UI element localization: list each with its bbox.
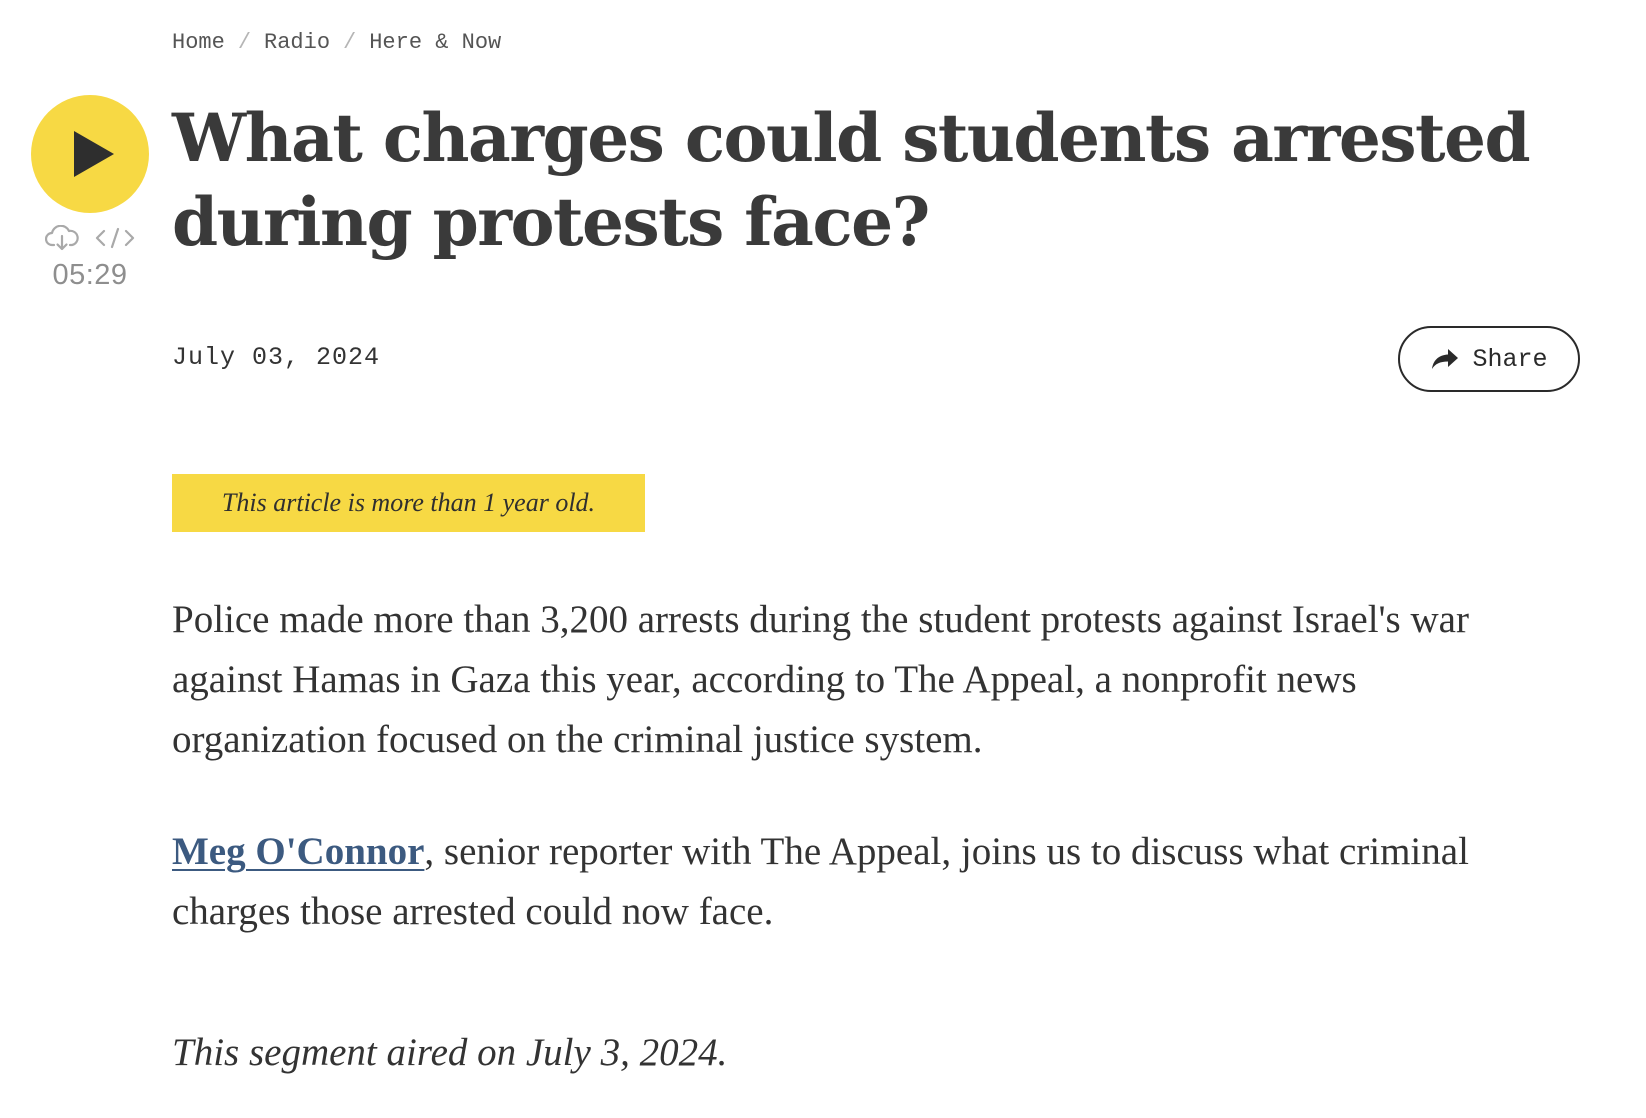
audio-player: 05:29 <box>31 95 149 292</box>
share-label: Share <box>1472 344 1548 374</box>
play-button[interactable] <box>31 95 149 213</box>
article-age-notice: This article is more than 1 year old. <box>172 474 645 532</box>
player-tools <box>31 223 149 253</box>
page-title: What charges could students arrested dur… <box>172 99 1531 261</box>
download-button[interactable] <box>45 225 79 251</box>
article-paragraph: Meg O'Connor, senior reporter with The A… <box>172 822 1512 942</box>
author-link[interactable]: Meg O'Connor <box>172 830 424 873</box>
breadcrumb: Home / Radio / Here & Now <box>172 30 501 55</box>
share-arrow-icon <box>1432 349 1459 369</box>
breadcrumb-separator: / <box>237 30 252 55</box>
article-paragraph: Police made more than 3,200 arrests duri… <box>172 598 1469 761</box>
breadcrumb-radio[interactable]: Radio <box>264 30 330 55</box>
breadcrumb-here-and-now[interactable]: Here & Now <box>369 30 501 55</box>
breadcrumb-home[interactable]: Home <box>172 30 225 55</box>
share-button[interactable]: Share <box>1398 326 1580 392</box>
publish-date: July 03, 2024 <box>172 343 381 372</box>
download-icon <box>45 225 79 251</box>
audio-duration: 05:29 <box>52 259 128 291</box>
embed-button[interactable] <box>95 226 135 250</box>
aired-note: This segment aired on July 3, 2024. <box>172 1031 728 1074</box>
embed-code-icon <box>95 227 135 249</box>
breadcrumb-separator: / <box>343 30 357 55</box>
play-icon <box>74 131 114 177</box>
